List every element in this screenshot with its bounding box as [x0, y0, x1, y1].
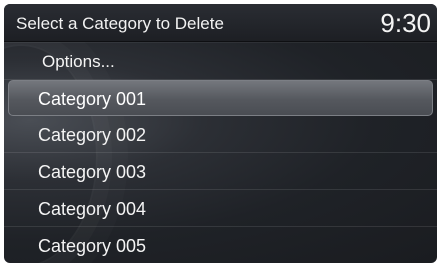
options-item[interactable]: Options... [4, 42, 437, 80]
category-item-005[interactable]: Category 005 [4, 227, 437, 263]
header-bar: Select a Category to Delete 9:30 [4, 4, 437, 42]
nav-screen: Select a Category to Delete 9:30 Options… [4, 4, 437, 263]
options-label: Options... [42, 52, 115, 71]
category-item-001[interactable]: Category 001 [8, 80, 433, 116]
category-item-004[interactable]: Category 004 [4, 190, 437, 227]
category-item-003[interactable]: Category 003 [4, 153, 437, 190]
category-item-002[interactable]: Category 002 [4, 116, 437, 153]
category-label: Category 003 [38, 162, 147, 182]
screen-title: Select a Category to Delete [16, 14, 224, 33]
category-list: Options... Category 001 Category 002 Cat… [4, 42, 437, 263]
category-label: Category 005 [38, 236, 147, 256]
category-label: Category 004 [38, 199, 147, 219]
category-label: Category 002 [38, 125, 147, 145]
clock: 9:30 [380, 8, 431, 38]
category-label: Category 001 [38, 89, 147, 109]
